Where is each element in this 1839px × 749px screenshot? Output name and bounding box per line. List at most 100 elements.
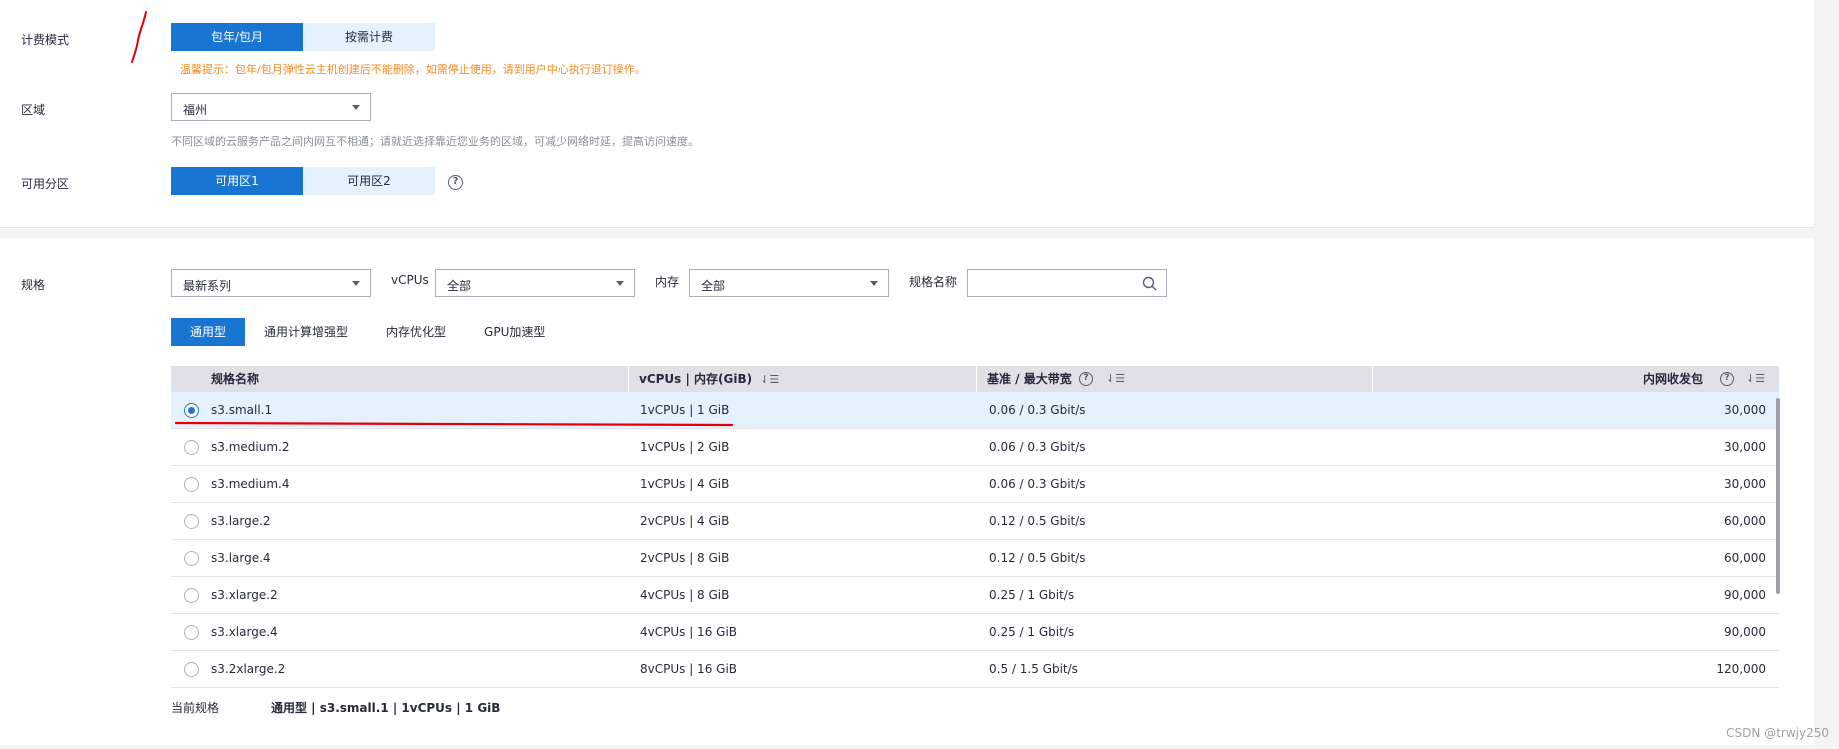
help-icon[interactable]: ?	[1079, 372, 1093, 386]
vcpus-value: 全部	[447, 279, 472, 293]
chevron-down-icon	[352, 281, 360, 286]
chevron-down-icon	[352, 105, 360, 110]
col-name-header: 规格名称	[211, 372, 260, 386]
cell-pps: 120,000	[1716, 662, 1766, 676]
row-radio[interactable]	[184, 551, 199, 566]
col-bandwidth-header[interactable]: 基准 / 最大带宽	[987, 366, 1072, 392]
cell-spec-name: s3.medium.4	[211, 477, 290, 491]
spec-type-tabs: 通用型 通用计算增强型 内存优化型 GPU加速型	[171, 318, 564, 346]
cell-spec-name: s3.large.4	[211, 551, 271, 565]
cell-spec-name: s3.large.2	[211, 514, 271, 528]
row-radio[interactable]	[184, 477, 199, 492]
cell-spec-name: s3.xlarge.4	[211, 625, 278, 639]
cell-vcpus-mem: 2vCPUs | 4 GiB	[640, 514, 730, 528]
cell-pps: 30,000	[1724, 477, 1766, 491]
az-label: 可用分区	[21, 177, 70, 191]
cell-vcpus-mem: 8vCPUs | 16 GiB	[640, 662, 738, 676]
cell-bandwidth: 0.06 / 0.3 Gbit/s	[989, 440, 1086, 454]
cell-spec-name: s3.2xlarge.2	[211, 662, 286, 676]
cell-spec-name: s3.medium.2	[211, 440, 290, 454]
region-select[interactable]: 福州	[171, 93, 371, 121]
vcpus-select[interactable]: 全部	[435, 269, 635, 297]
table-body: s3.small.1 1vCPUs | 1 GiB 0.06 / 0.3 Gbit/…	[171, 392, 1779, 688]
cell-vcpus-mem: 4vCPUs | 16 GiB	[640, 625, 738, 639]
cell-spec-name: s3.small.1	[211, 403, 273, 417]
cell-vcpus-mem: 1vCPUs | 4 GiB	[640, 477, 730, 491]
chevron-down-icon	[616, 281, 624, 286]
col-divider	[976, 366, 977, 392]
cell-spec-name: s3.xlarge.2	[211, 588, 278, 602]
row-radio[interactable]	[184, 514, 199, 529]
cell-bandwidth: 0.25 / 1 Gbit/s	[989, 625, 1075, 639]
col-bandwidth-header-label: 基准 / 最大带宽	[987, 372, 1072, 386]
row-radio[interactable]	[184, 588, 199, 603]
cell-bandwidth: 0.06 / 0.3 Gbit/s	[989, 477, 1086, 491]
vcpus-filter-label: vCPUs	[391, 273, 429, 287]
current-spec-value: 通用型 | s3.small.1 | 1vCPUs | 1 GiB	[271, 701, 501, 715]
sort-icon[interactable]: ⇃☰	[1106, 372, 1125, 385]
tab-gpu[interactable]: GPU加速型	[465, 318, 564, 346]
search-icon[interactable]	[1142, 276, 1157, 291]
table-scrollbar[interactable]	[1776, 398, 1780, 594]
billing-warning: 温馨提示：包年/包月弹性云主机创建后不能删除，如需停止使用，请到用户中心执行退订…	[180, 63, 646, 76]
cell-pps: 90,000	[1724, 625, 1766, 639]
chevron-down-icon	[870, 281, 878, 286]
cell-pps: 30,000	[1724, 440, 1766, 454]
az-option-2[interactable]: 可用区2	[303, 167, 435, 195]
tab-general[interactable]: 通用型	[171, 318, 246, 346]
table-row[interactable]: s3.large.4 2vCPUs | 8 GiB 0.12 / 0.5 Gbit/…	[171, 540, 1779, 577]
col-vcpus-header-label: vCPUs | 内存(GiB)	[639, 372, 753, 386]
spec-name-search[interactable]	[967, 269, 1167, 297]
memory-select[interactable]: 全部	[689, 269, 889, 297]
az-switch: 可用区1 可用区2	[171, 167, 435, 195]
az-option-1[interactable]: 可用区1	[171, 167, 303, 195]
table-row[interactable]: s3.medium.2 1vCPUs | 2 GiB 0.06 / 0.3 Gbit…	[171, 429, 1779, 466]
table-header: 规格名称 vCPUs | 内存(GiB) ⇃☰ 基准 / 最大带宽 ? ⇃☰ 内网…	[171, 366, 1779, 392]
row-radio[interactable]	[184, 625, 199, 640]
sort-icon[interactable]: ⇃☰	[760, 367, 779, 393]
col-pps-header: 内网收发包	[1642, 372, 1703, 386]
cell-pps: 60,000	[1724, 514, 1766, 528]
row-radio[interactable]	[184, 440, 199, 455]
cell-vcpus-mem: 4vCPUs | 8 GiB	[640, 588, 730, 602]
table-row[interactable]: s3.large.2 2vCPUs | 4 GiB 0.12 / 0.5 Gbit/…	[171, 503, 1779, 540]
billing-option-ondemand[interactable]: 按需计费	[303, 23, 435, 51]
col-divider	[1372, 366, 1373, 392]
region-value: 福州	[183, 103, 208, 117]
row-radio[interactable]	[184, 662, 199, 677]
col-divider	[628, 366, 629, 392]
cell-pps: 60,000	[1724, 551, 1766, 565]
cell-vcpus-mem: 2vCPUs | 8 GiB	[640, 551, 730, 565]
region-label: 区域	[21, 103, 46, 117]
col-vcpus-header[interactable]: vCPUs | 内存(GiB) ⇃☰	[639, 366, 779, 392]
billing-label: 计费模式	[21, 33, 70, 47]
tab-memory-optimized[interactable]: 内存优化型	[367, 318, 465, 346]
cell-bandwidth: 0.12 / 0.5 Gbit/s	[989, 551, 1086, 565]
basic-config-panel: 计费模式 包年/包月 按需计费 温馨提示：包年/包月弹性云主机创建后不能删除，如…	[0, 0, 1814, 228]
cell-bandwidth: 0.5 / 1.5 Gbit/s	[989, 662, 1078, 676]
table-row[interactable]: s3.xlarge.2 4vCPUs | 8 GiB 0.25 / 1 Gbit/s…	[171, 577, 1779, 614]
cell-bandwidth: 0.06 / 0.3 Gbit/s	[989, 403, 1086, 417]
spec-label: 规格	[21, 278, 46, 292]
table-row[interactable]: s3.medium.4 1vCPUs | 4 GiB 0.06 / 0.3 Gbit…	[171, 466, 1779, 503]
memory-filter-label: 内存	[655, 275, 680, 289]
spec-name-input[interactable]	[974, 274, 1134, 292]
current-spec-label: 当前规格	[171, 701, 220, 715]
table-row[interactable]: s3.xlarge.4 4vCPUs | 16 GiB 0.25 / 1 Gbit/…	[171, 614, 1779, 651]
spec-table: 规格名称 vCPUs | 内存(GiB) ⇃☰ 基准 / 最大带宽 ? ⇃☰ 内网…	[171, 366, 1779, 688]
billing-option-yearly[interactable]: 包年/包月	[171, 23, 303, 51]
series-select[interactable]: 最新系列	[171, 269, 371, 297]
table-row[interactable]: s3.2xlarge.2 8vCPUs | 16 GiB 0.5 / 1.5 Gbi…	[171, 651, 1779, 688]
annotation-underline	[174, 421, 734, 427]
help-icon[interactable]: ?	[448, 175, 463, 190]
cell-bandwidth: 0.12 / 0.5 Gbit/s	[989, 514, 1086, 528]
annotation-stroke	[131, 11, 147, 63]
spec-panel: 规格 最新系列 vCPUs 全部 内存 全部 规格名称 通用型 通用计算增强型 …	[0, 238, 1814, 745]
billing-mode-switch: 包年/包月 按需计费	[171, 23, 435, 51]
row-radio[interactable]	[184, 403, 199, 418]
sort-icon[interactable]: ⇃☰	[1746, 372, 1765, 385]
cell-pps: 30,000	[1724, 403, 1766, 417]
tab-compute-enhanced[interactable]: 通用计算增强型	[245, 318, 367, 346]
cell-vcpus-mem: 1vCPUs | 2 GiB	[640, 440, 730, 454]
help-icon[interactable]: ?	[1720, 372, 1734, 386]
